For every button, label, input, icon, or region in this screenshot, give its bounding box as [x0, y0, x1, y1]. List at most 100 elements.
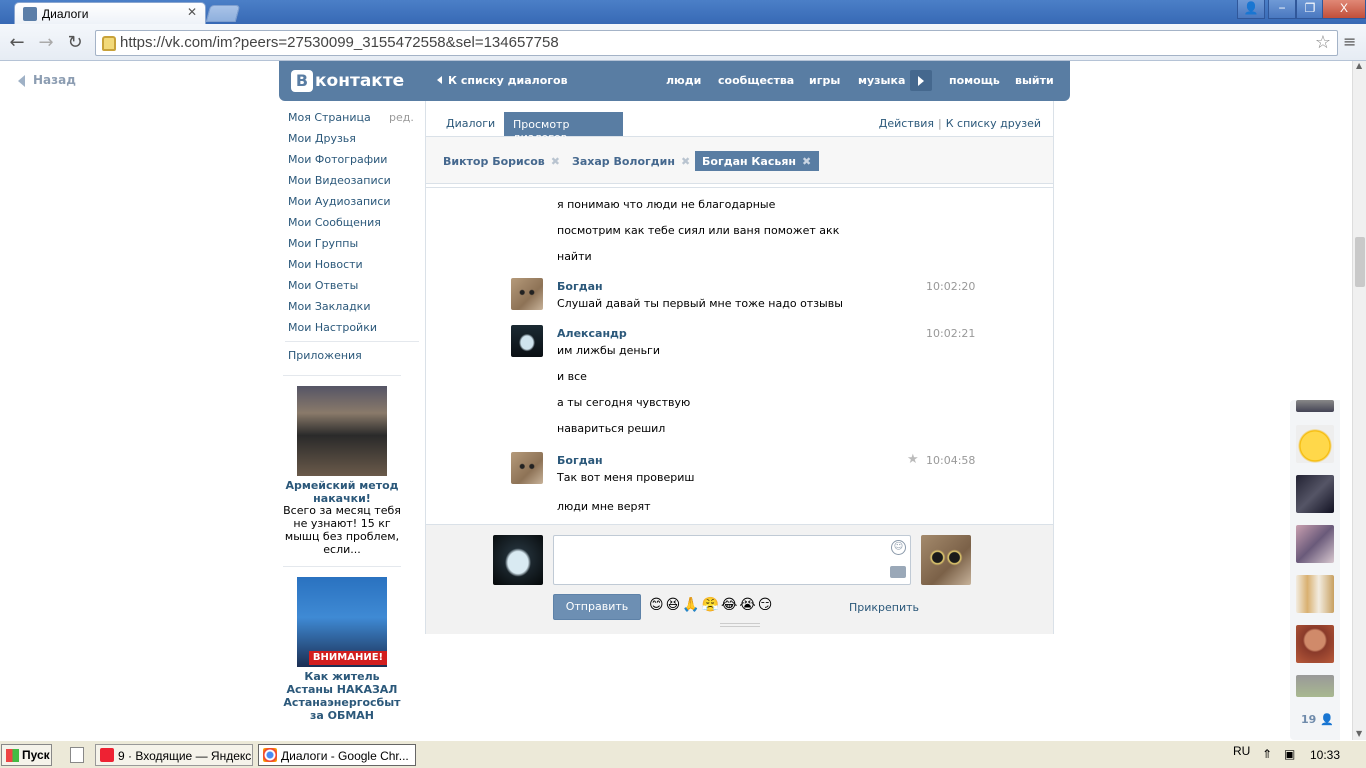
friend-avatar[interactable]: [1296, 425, 1334, 463]
ad-title[interactable]: Армейский метод накачки!: [283, 479, 401, 505]
actions-link[interactable]: Действия: [879, 117, 934, 130]
vk-favicon-icon: [23, 7, 37, 21]
dialogs-back-link[interactable]: К списку диалогов: [437, 74, 568, 87]
back-link[interactable]: Назад: [18, 73, 76, 87]
scroll-up-icon[interactable]: ▲: [1356, 61, 1362, 70]
tab-view-dialogs[interactable]: Просмотр диалогов: [504, 112, 623, 144]
address-bar[interactable]: https://vk.com/im?peers=27530099_3155472…: [95, 30, 1338, 56]
online-friends-strip: 19 👤: [1290, 400, 1340, 740]
message-author[interactable]: Александр: [557, 327, 627, 340]
taskbar-item-yandex[interactable]: 9 · Входящие — Яндекс...: [95, 744, 253, 766]
tab-dialogs[interactable]: Диалоги: [446, 117, 495, 130]
online-count[interactable]: 19 👤: [1301, 713, 1334, 726]
emoji-shortcuts[interactable]: 😊😆🙏😤😂😭😏: [649, 597, 774, 613]
send-button[interactable]: Отправить: [553, 594, 641, 620]
camera-icon[interactable]: [890, 566, 906, 578]
start-button[interactable]: Пуск: [1, 744, 52, 766]
reload-icon[interactable]: ↻: [64, 32, 86, 53]
menu-friends[interactable]: Мои Друзья: [288, 132, 356, 145]
menu-apps[interactable]: Приложения: [288, 349, 362, 362]
scroll-down-icon[interactable]: ▼: [1356, 729, 1362, 738]
taskbar-item-chrome[interactable]: Диалоги - Google Chr...: [258, 744, 416, 766]
attach-link[interactable]: Прикрепить: [849, 601, 919, 614]
clock[interactable]: 10:33: [1310, 748, 1340, 762]
dialogs-tabs: Диалоги Просмотр диалогов Действия | К спи…: [426, 101, 1053, 144]
message-input[interactable]: ☺: [553, 535, 911, 585]
friend-avatar[interactable]: [1296, 625, 1334, 663]
friend-avatar[interactable]: [1296, 525, 1334, 563]
tray-network-icon[interactable]: ▣: [1284, 747, 1295, 761]
menu-messages[interactable]: Мои Сообщения: [288, 216, 381, 229]
menu-bookmarks[interactable]: Мои Закладки: [288, 300, 370, 313]
logo-letter: В: [291, 70, 313, 92]
tab-close-icon[interactable]: ✕: [187, 5, 197, 19]
bookmark-star-icon[interactable]: ☆: [1315, 32, 1331, 53]
ad-text[interactable]: Всего за месяц тебя не узнают! 15 кг мыш…: [283, 504, 401, 556]
friend-avatar[interactable]: [1296, 400, 1334, 412]
window-close-button[interactable]: X: [1322, 0, 1366, 19]
close-icon[interactable]: ✖: [681, 155, 690, 168]
maximize-button[interactable]: ❐: [1296, 0, 1324, 19]
message-text: Слушай давай ты первый мне тоже надо отз…: [557, 297, 843, 310]
vk-logo[interactable]: Вконтакте: [291, 69, 404, 93]
profile-button[interactable]: 👤: [1237, 0, 1265, 19]
my-avatar[interactable]: [493, 535, 543, 585]
menu-my-page[interactable]: Моя Страница: [288, 111, 371, 124]
tab-title: Диалоги: [42, 7, 89, 21]
taskbar: Пуск 9 · Входящие — Яндекс... Диалоги - …: [0, 740, 1366, 768]
menu-videos[interactable]: Мои Видеозаписи: [288, 174, 391, 187]
message-text: навариться решил: [557, 422, 666, 435]
scroll-thumb[interactable]: [1355, 237, 1365, 287]
peer-avatar[interactable]: [921, 535, 971, 585]
ad-title[interactable]: Как житель Астаны НАКАЗАЛ Астанаэнергосб…: [283, 670, 401, 722]
tray-expand-icon[interactable]: ⇑: [1262, 747, 1272, 761]
message-author[interactable]: Богдан: [557, 280, 603, 293]
nav-people[interactable]: люди: [666, 74, 701, 87]
forward-arrow-icon[interactable]: →: [35, 32, 57, 53]
nav-music[interactable]: музыка: [858, 74, 905, 87]
menu-groups[interactable]: Мои Группы: [288, 237, 358, 250]
nav-logout[interactable]: выйти: [1015, 74, 1054, 87]
nav-games[interactable]: игры: [809, 74, 840, 87]
menu-settings[interactable]: Мои Настройки: [288, 321, 377, 334]
back-arrow-icon[interactable]: ←: [6, 32, 28, 53]
smile-icon[interactable]: ☺: [891, 540, 906, 555]
music-play-button[interactable]: [910, 70, 932, 91]
browser-tab[interactable]: Диалоги ✕: [14, 2, 206, 24]
new-tab-button[interactable]: [205, 5, 241, 22]
nav-communities[interactable]: сообщества: [718, 74, 794, 87]
edit-link[interactable]: ред.: [389, 111, 414, 124]
minimize-button[interactable]: −: [1268, 0, 1296, 19]
peer-tab[interactable]: Захар Вологдин ✖: [572, 151, 690, 171]
avatar[interactable]: [511, 325, 543, 357]
menu-photos[interactable]: Мои Фотографии: [288, 153, 387, 166]
ad-image-soldier[interactable]: [297, 386, 387, 476]
tray-lang[interactable]: RU: [1233, 744, 1250, 758]
desktop-icon[interactable]: [70, 747, 84, 763]
friends-list-link[interactable]: К списку друзей: [946, 117, 1041, 130]
friend-avatar[interactable]: [1296, 675, 1334, 697]
friend-avatar[interactable]: [1296, 575, 1334, 613]
message-text: а ты сегодня чувствую: [557, 396, 691, 409]
friend-avatar[interactable]: [1296, 475, 1334, 513]
menu-news[interactable]: Мои Новости: [288, 258, 363, 271]
close-icon[interactable]: ✖: [551, 155, 560, 168]
resize-handle[interactable]: [720, 623, 760, 627]
peer-name: Виктор Борисов: [443, 155, 545, 168]
close-icon[interactable]: ✖: [802, 155, 811, 168]
menu-audio[interactable]: Мои Аудиозаписи: [288, 195, 391, 208]
page-scrollbar[interactable]: ▲ ▼: [1352, 61, 1366, 740]
peer-tab[interactable]: Виктор Борисов ✖: [443, 151, 560, 171]
logo-text: контакте: [315, 71, 405, 91]
nav-help[interactable]: помощь: [949, 74, 1000, 87]
menu-icon[interactable]: ≡: [1343, 32, 1356, 51]
avatar[interactable]: [511, 452, 543, 484]
message-author[interactable]: Богдан: [557, 454, 603, 467]
menu-answers[interactable]: Мои Ответы: [288, 279, 358, 292]
back-label: Назад: [33, 73, 76, 87]
favorite-star-icon[interactable]: ★: [907, 452, 919, 467]
message-time: 10:02:21: [926, 327, 976, 340]
ad-image-man[interactable]: ВНИМАНИЕ!: [297, 577, 387, 667]
avatar[interactable]: [511, 278, 543, 310]
peer-tab-active[interactable]: Богдан Касьян ✖: [695, 151, 820, 171]
